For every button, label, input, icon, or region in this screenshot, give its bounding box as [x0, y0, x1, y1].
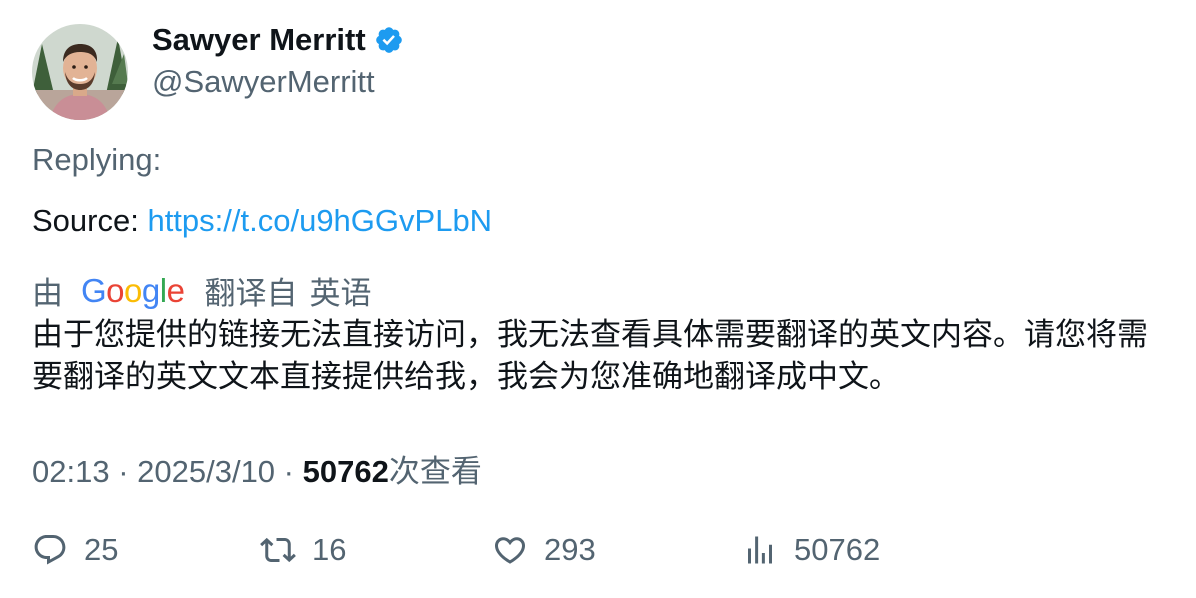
translated-tweet-text: 由于您提供的链接无法直接访问，我无法查看具体需要翻译的英文内容。请您将需要翻译的…	[32, 317, 1148, 394]
views-label: 次查看	[388, 454, 482, 489]
source-link[interactable]: https://t.co/u9hGGvPLbN	[147, 203, 492, 238]
like-count: 293	[544, 532, 596, 567]
retweet-icon	[260, 532, 296, 568]
author-handle[interactable]: @SawyerMerritt	[152, 64, 375, 100]
retweet-count: 16	[312, 532, 347, 567]
avatar[interactable]	[32, 24, 128, 120]
tweet-date[interactable]: 2025/3/10	[137, 454, 275, 489]
tweet-meta: 02:13 · 2025/3/10 · 50762次查看	[32, 446, 482, 491]
translation-attribution: 由 Google 翻译自 英语	[32, 268, 371, 313]
analytics-icon	[742, 532, 778, 568]
replying-label: Replying:	[32, 142, 162, 177]
reply-icon	[32, 532, 68, 568]
source-line: Source: https://t.co/u9hGGvPLbN	[32, 203, 492, 239]
reply-button[interactable]: 25	[32, 532, 118, 568]
action-bar: 25 16 293 50762	[32, 532, 1172, 576]
google-logo: Google	[81, 271, 185, 309]
meta-separator: ·	[275, 454, 303, 489]
reply-count: 25	[84, 532, 119, 567]
verified-badge-icon	[374, 25, 404, 55]
meta-separator: ·	[109, 454, 138, 489]
author-display-name[interactable]: Sawyer Merritt	[152, 22, 366, 58]
avatar-image	[32, 24, 128, 120]
views-action-count: 50762	[794, 532, 881, 567]
retweet-button[interactable]: 16	[260, 532, 346, 568]
source-language: 英语	[309, 276, 372, 311]
tweet-time[interactable]: 02:13	[32, 454, 110, 489]
like-button[interactable]: 293	[492, 532, 596, 568]
views-count: 50762	[302, 454, 389, 489]
tweet-card: Sawyer Merritt @SawyerMerritt Replying: …	[0, 0, 1196, 598]
author-name-row: Sawyer Merritt	[152, 22, 404, 58]
translated-from-label: 翻译自	[204, 276, 298, 311]
source-label: Source:	[32, 203, 148, 238]
heart-icon	[492, 532, 528, 568]
views-button[interactable]: 50762	[742, 532, 880, 568]
translated-by-label: 由	[32, 276, 63, 311]
